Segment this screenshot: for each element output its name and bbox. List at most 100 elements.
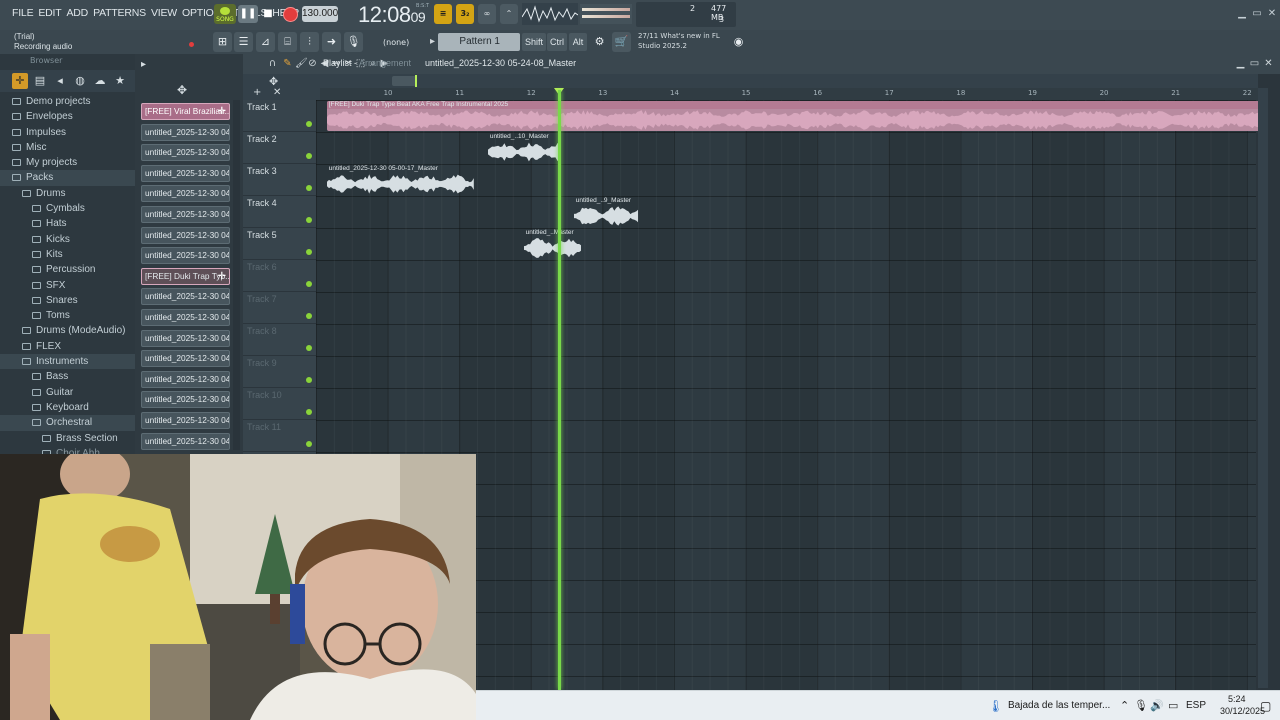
browser-item[interactable]: Brass Section xyxy=(0,431,135,446)
menu-patterns[interactable]: PATTERNS xyxy=(93,7,146,19)
audio-clip[interactable]: untitled_..9_Master xyxy=(573,197,639,227)
browser-item[interactable]: Cymbals xyxy=(0,201,135,216)
browser-item[interactable]: Orchestral xyxy=(0,415,135,431)
track-mute-led[interactable] xyxy=(306,153,312,159)
globe-icon[interactable]: ◉ xyxy=(729,32,748,52)
clip-source-button[interactable]: [FREE] Viral Brazilian... ✛ xyxy=(141,103,230,120)
clip-source-button[interactable]: [FREE] Duki Trap Typ... ✛ xyxy=(141,267,230,285)
track-header[interactable]: Track 1 xyxy=(243,100,316,132)
track-mute-led[interactable] xyxy=(306,217,312,223)
microphone-icon[interactable]: 🎙 xyxy=(344,32,363,52)
clock-time[interactable]: 5:24 xyxy=(1228,694,1246,704)
weather-text[interactable]: Bajada de las temper... xyxy=(1008,700,1110,711)
track-header[interactable]: Track 10 xyxy=(243,388,316,420)
close-icon[interactable]: ✕ xyxy=(1266,8,1278,20)
track-mute-led[interactable] xyxy=(306,121,312,127)
alt-button[interactable]: Alt xyxy=(569,33,587,51)
track-header[interactable]: Track 6 xyxy=(243,260,316,292)
audio-clip[interactable]: untitled_..Master xyxy=(523,229,581,259)
browser-item[interactable]: My projects xyxy=(0,155,135,170)
microphone-tray-icon[interactable]: 🎙 xyxy=(1134,699,1148,712)
track-header[interactable]: Track 5 xyxy=(243,228,316,260)
maximize-icon[interactable]: ▭ xyxy=(1251,8,1263,20)
browser-cloud-icon[interactable]: ☁ xyxy=(92,73,108,89)
piano-roll-icon[interactable]: ⊿ xyxy=(256,32,275,52)
network-icon[interactable]: ▭ xyxy=(1168,699,1178,712)
track-mute-led[interactable] xyxy=(306,281,312,287)
tempo-display[interactable]: 130.000 xyxy=(302,6,338,22)
language-indicator[interactable]: ESP xyxy=(1186,700,1206,711)
pencil-tool-icon[interactable]: ✎ xyxy=(282,58,293,70)
playlist-maximize-icon[interactable]: ▭ xyxy=(1249,58,1260,70)
wait-button[interactable]: ∞ xyxy=(478,4,496,24)
browser-item[interactable]: Demo projects xyxy=(0,94,135,109)
browser-item[interactable]: Snares xyxy=(0,293,135,308)
audio-clip[interactable]: [FREE] Duki Trap Type Beat AKA Free Trap… xyxy=(326,101,1269,131)
playlist-vertical-scrollbar[interactable] xyxy=(1258,88,1268,688)
track-mute-led[interactable] xyxy=(306,185,312,191)
track-header[interactable]: Track 7 xyxy=(243,292,316,324)
browser-all-icon[interactable]: ✛ xyxy=(12,73,28,89)
browser-item[interactable]: Drums xyxy=(0,186,135,201)
clip-source-button[interactable]: untitled_2025-12-30 04-... xyxy=(141,329,230,347)
metronome-button[interactable]: ≡ xyxy=(434,4,452,24)
notification-icon[interactable]: ▢ xyxy=(1260,699,1271,713)
track-header[interactable]: Track 8 xyxy=(243,324,316,356)
browser-icon[interactable]: ⌸ xyxy=(278,32,297,52)
playlist-menu-icon[interactable]: ▸ xyxy=(141,59,146,70)
clip-source-button[interactable]: untitled_2025-12-30 04-... xyxy=(141,350,230,368)
minimize-icon[interactable]: ▁ xyxy=(1236,8,1248,20)
audio-clip[interactable]: untitled_2025-12-30 05-00-17_Master xyxy=(326,165,474,195)
browser-item[interactable]: Envelopes xyxy=(0,109,135,124)
browser-plugin-icon[interactable]: ◍ xyxy=(72,73,88,89)
audio-clip[interactable]: untitled_..10_Master xyxy=(487,133,560,163)
track-header[interactable]: Track 3 xyxy=(243,164,316,196)
playhead[interactable] xyxy=(558,90,562,690)
track-mute-led[interactable] xyxy=(306,409,312,415)
track-header[interactable]: Track 11 xyxy=(243,420,316,452)
clip-source-button[interactable]: untitled_2025-12-30 04-... xyxy=(141,123,230,141)
track-header[interactable]: Track 4 xyxy=(243,196,316,228)
mixer-icon[interactable]: ⫶ xyxy=(300,32,319,52)
track-header[interactable]: Track 9 xyxy=(243,356,316,388)
browser-item[interactable]: Impulses xyxy=(0,125,135,140)
browser-item[interactable]: Kits xyxy=(0,247,135,262)
menu-file[interactable]: FILE xyxy=(12,7,34,19)
browser-item[interactable]: Toms xyxy=(0,308,135,323)
speaker-icon[interactable]: 🔊 xyxy=(1150,699,1164,712)
move-icon[interactable]: ✥ xyxy=(177,83,187,97)
menu-edit[interactable]: EDIT xyxy=(38,7,61,19)
plugin-icon[interactable]: ➜ xyxy=(322,32,341,52)
brush-tool-icon[interactable]: 🖌 xyxy=(295,58,308,70)
browser-item[interactable]: Bass xyxy=(0,369,135,384)
snap-magnet-icon[interactable]: ∩ xyxy=(267,58,278,70)
pattern-selector[interactable]: Pattern 1 xyxy=(430,33,520,51)
song-mode-toggle[interactable]: SONG xyxy=(214,4,236,24)
track-mute-led[interactable] xyxy=(306,345,312,351)
delete-tool-icon[interactable]: ⊘ xyxy=(307,58,318,70)
browser-back-icon[interactable]: ◂ xyxy=(52,73,68,89)
clip-source-button[interactable]: untitled_2025-12-30 04-... xyxy=(141,370,230,388)
clip-source-button[interactable]: untitled_2025-12-30 04-... xyxy=(141,185,230,203)
clip-source-button[interactable]: untitled_2025-12-30 04-... xyxy=(141,164,230,182)
clip-source-button[interactable]: untitled_2025-12-30 04-... xyxy=(141,309,230,326)
pause-button[interactable]: ❚❚ xyxy=(238,5,258,23)
add-track-icon[interactable]: + xyxy=(253,87,261,98)
browser-item[interactable]: Kicks xyxy=(0,232,135,247)
browser-item[interactable]: Drums (ModeAudio) xyxy=(0,323,135,338)
clip-source-button[interactable]: untitled_2025-12-30 04-... xyxy=(141,144,230,162)
clip-source-button[interactable]: untitled_2025-12-30 04-... xyxy=(141,206,230,223)
playlist-minimize-icon[interactable]: ▁ xyxy=(1235,58,1246,70)
playlist-minimap[interactable] xyxy=(320,74,1258,88)
blend-notes-button[interactable]: ⌃ xyxy=(500,4,518,24)
stop-button[interactable]: ■ xyxy=(258,5,278,23)
clip-source-button[interactable]: untitled_2025-12-30 04-... xyxy=(141,412,230,429)
playlist-close-icon[interactable]: ✕ xyxy=(1263,58,1274,70)
track-mute-led[interactable] xyxy=(306,377,312,383)
browser-item[interactable]: SFX xyxy=(0,278,135,293)
bar-ruler[interactable]: 10 11 12 13 14 15 16 17 18 19 20 21 22 xyxy=(320,88,1258,100)
browser-item[interactable]: Guitar xyxy=(0,385,135,400)
clip-source-button[interactable]: untitled_2025-12-30 04-... xyxy=(141,391,230,409)
clock-date[interactable]: 30/12/2025 xyxy=(1220,706,1265,716)
countdown-button[interactable]: 3₂ xyxy=(456,4,474,24)
